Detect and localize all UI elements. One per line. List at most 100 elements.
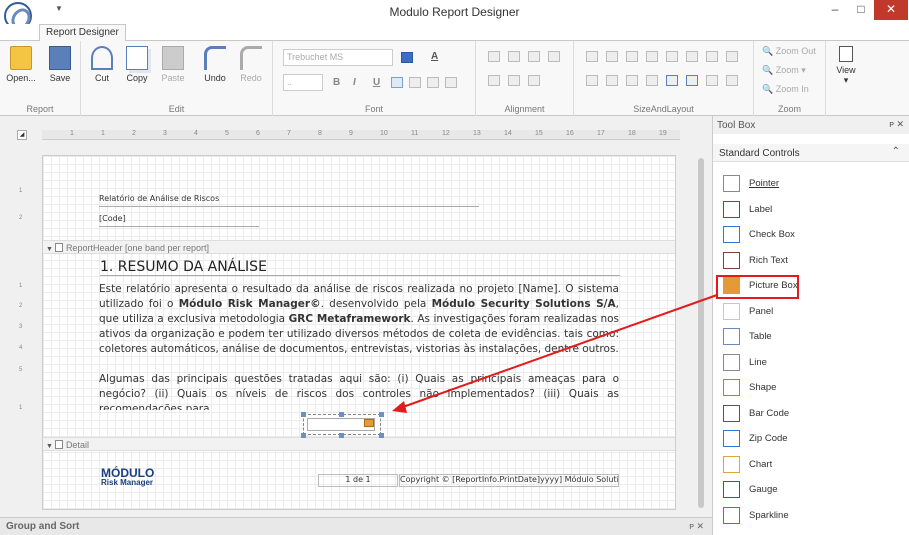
collapse-icon[interactable]: ▼: [46, 443, 53, 450]
fore-color-icon[interactable]: [401, 52, 413, 63]
close-button[interactable]: ✕: [874, 0, 908, 20]
align-bottoms-icon[interactable]: [528, 75, 540, 86]
resize-handle[interactable]: [339, 412, 344, 417]
vspacing-increase-icon[interactable]: [606, 75, 618, 86]
vspacing-equal-icon[interactable]: [586, 75, 598, 86]
center-vertically-icon[interactable]: [686, 75, 698, 86]
toolbox-item-check-box[interactable]: Check Box: [723, 224, 898, 246]
vertical-scrollbar[interactable]: [697, 148, 706, 515]
justify-icon[interactable]: [445, 77, 457, 88]
font-size-combo[interactable]: ..: [283, 74, 323, 91]
font-color-icon[interactable]: A: [431, 51, 438, 62]
hspacing-equal-icon[interactable]: [666, 51, 678, 62]
vspacing-remove-icon[interactable]: [646, 75, 658, 86]
paste-button[interactable]: Paste: [156, 46, 190, 83]
toolbox-item-panel[interactable]: Panel: [723, 301, 898, 323]
save-button[interactable]: Save: [43, 46, 77, 83]
toolbox-item-label[interactable]: Label: [723, 199, 898, 221]
toolbox-item-line[interactable]: Line: [723, 352, 898, 374]
toolbox-category[interactable]: Standard Controls ⌃: [713, 144, 909, 162]
align-center-icon[interactable]: [409, 77, 421, 88]
redo-button[interactable]: Redo: [234, 46, 268, 83]
scrollbar-thumb[interactable]: [698, 158, 704, 508]
view-button[interactable]: View ▾: [829, 46, 863, 86]
header-title-label[interactable]: Relatório de Análise de Riscos: [99, 194, 479, 207]
toolbox-item-pointer[interactable]: Pointer: [723, 173, 898, 195]
align-centers-icon[interactable]: [508, 51, 520, 62]
resize-handle[interactable]: [379, 412, 384, 417]
chevron-up-icon[interactable]: ⌃: [892, 146, 900, 157]
open-button[interactable]: Open...: [4, 46, 38, 83]
section-title[interactable]: 1. RESUMO DA ANÁLISE: [100, 259, 620, 276]
ruler-tick: 1: [101, 130, 105, 137]
toolbox-item-sparkline[interactable]: Sparkline: [723, 505, 898, 527]
pin-close-icons[interactable]: ᴘ ✕: [889, 119, 904, 130]
align-middles-icon[interactable]: [508, 75, 520, 86]
ruler-tick: 2: [132, 130, 136, 137]
font-family-combo[interactable]: Trebuchet MS: [283, 49, 393, 66]
zoom-dropdown[interactable]: 🔍 Zoom ▾: [762, 65, 806, 76]
send-to-back-icon[interactable]: [726, 75, 738, 86]
ribbon-group-report: Open... Save Report: [0, 41, 81, 116]
size-to-grid-icon[interactable]: [626, 51, 638, 62]
bring-to-front-icon[interactable]: [706, 75, 718, 86]
make-same-height-icon[interactable]: [606, 51, 618, 62]
copy-button[interactable]: Copy: [120, 46, 154, 83]
bold-button[interactable]: B: [333, 77, 340, 88]
maximize-button[interactable]: □: [848, 0, 874, 20]
gauge-icon: [723, 481, 740, 498]
picture-box-control[interactable]: [303, 414, 381, 435]
align-lefts-icon[interactable]: [488, 51, 500, 62]
ruler-tick: 1: [19, 405, 23, 411]
group-and-sort-bar[interactable]: Group and Sort ᴘ ✕: [0, 517, 712, 535]
ruler-corner-button[interactable]: ◢: [17, 130, 27, 140]
ruler-tick: 5: [225, 130, 229, 137]
band-report-header[interactable]: ▼ ReportHeader [one band per report]: [43, 240, 675, 254]
resize-handle[interactable]: [339, 433, 344, 438]
hspacing-remove-icon[interactable]: [726, 51, 738, 62]
center-horizontally-icon[interactable]: [666, 75, 678, 86]
cut-button[interactable]: Cut: [85, 46, 119, 83]
undo-button[interactable]: Undo: [198, 46, 232, 83]
resize-handle[interactable]: [301, 412, 306, 417]
toolbox-item-bar-code[interactable]: Bar Code: [723, 403, 898, 425]
italic-button[interactable]: I: [353, 77, 356, 88]
zoom-in-button[interactable]: 🔍 Zoom In: [762, 84, 809, 95]
resize-handle[interactable]: [301, 433, 306, 438]
pin-close-icons[interactable]: ᴘ ✕: [689, 521, 704, 532]
hspacing-increase-icon[interactable]: [686, 51, 698, 62]
align-to-grid-icon[interactable]: [548, 51, 560, 62]
align-tops-icon[interactable]: [488, 75, 500, 86]
ruler-tick: 18: [628, 130, 636, 137]
resize-handle[interactable]: [379, 433, 384, 438]
toolbox-item-table[interactable]: Table: [723, 326, 898, 348]
toolbox-item-chart[interactable]: Chart: [723, 454, 898, 476]
footer-logo[interactable]: MÓDULO Risk Manager: [101, 467, 154, 488]
ribbon-group-font: Trebuchet MS A .. B I U Font: [273, 41, 476, 116]
tab-report-designer[interactable]: Report Designer: [39, 24, 126, 42]
toolbox-item-zip-code[interactable]: Zip Code: [723, 428, 898, 450]
page-number-field[interactable]: 1 de 1: [318, 474, 398, 487]
band-detail[interactable]: ▼ Detail: [43, 437, 675, 451]
align-rights-icon[interactable]: [528, 51, 540, 62]
copyright-field[interactable]: Copyright © [ReportInfo.PrintDate]yyyy] …: [399, 474, 619, 487]
collapse-icon[interactable]: ▼: [46, 246, 53, 253]
make-same-width-icon[interactable]: [586, 51, 598, 62]
make-same-size-icon[interactable]: [646, 51, 658, 62]
zoom-out-button[interactable]: 🔍 Zoom Out: [762, 46, 816, 57]
body-rich-text[interactable]: Este relatório apresenta o resultado da …: [99, 282, 619, 410]
align-left-icon[interactable]: [391, 77, 403, 88]
align-right-icon[interactable]: [427, 77, 439, 88]
toolbox-item-gauge[interactable]: Gauge: [723, 479, 898, 501]
code-field[interactable]: [Code]: [99, 214, 259, 227]
chart-icon: [723, 455, 740, 473]
toolbox-item-label: Shape: [749, 382, 777, 393]
underline-button[interactable]: U: [373, 77, 380, 88]
hspacing-decrease-icon[interactable]: [706, 51, 718, 62]
scissors-icon: [91, 46, 113, 70]
toolbox-item-rich-text[interactable]: Rich Text: [723, 250, 898, 272]
vspacing-decrease-icon[interactable]: [626, 75, 638, 86]
minimize-button[interactable]: –: [822, 0, 848, 20]
toolbox-item-shape[interactable]: Shape: [723, 377, 898, 399]
report-page[interactable]: Relatório de Análise de Riscos [Code] ▼ R…: [42, 155, 676, 510]
